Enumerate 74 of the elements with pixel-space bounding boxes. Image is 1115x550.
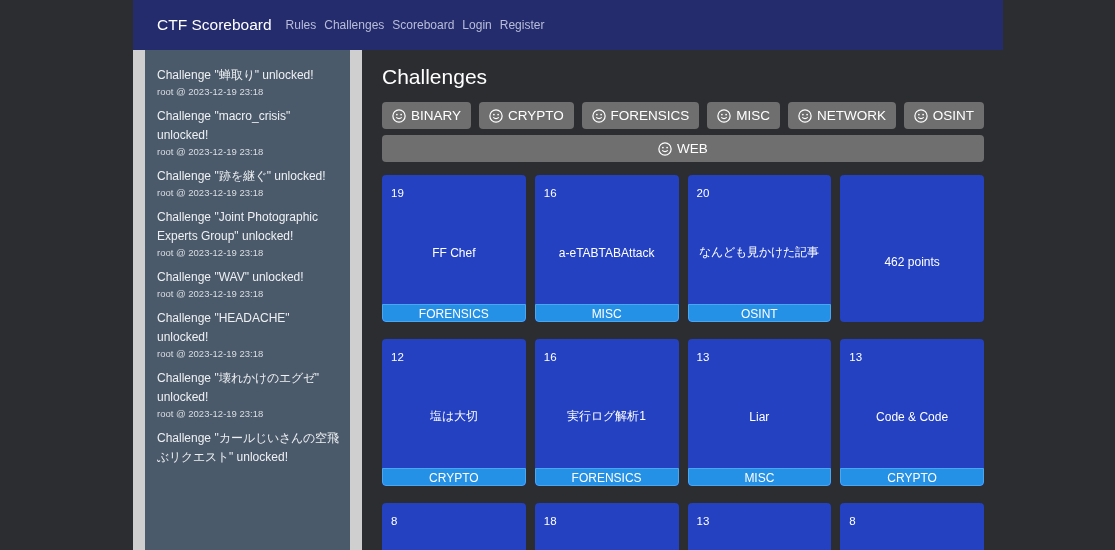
challenge-card[interactable]: 16 a-eTABTABAttack MISC: [534, 175, 679, 322]
solve-count: 12: [391, 351, 404, 363]
category-label: FORENSICS: [534, 468, 679, 486]
smiley-icon: [591, 108, 606, 123]
challenge-title: 462 points: [884, 254, 940, 269]
notification-meta: root @ 2023-12-19 23:18: [157, 146, 265, 157]
smiley-icon: [658, 141, 673, 156]
challenge-card[interactable]: 462 points: [840, 175, 984, 322]
notification-meta: root @ 2023-12-19 23:18: [157, 86, 265, 97]
page-heading: Challenges: [382, 64, 489, 90]
challenge-card[interactable]: 18: [534, 503, 679, 550]
smiley-icon: [391, 108, 406, 123]
challenge-card[interactable]: 12 塩は大切 CRYPTO: [382, 339, 526, 486]
smiley-icon: [488, 108, 503, 123]
solve-count: 19: [391, 187, 404, 199]
category-label: CRYPTO: [382, 468, 526, 486]
notification-meta: root @ 2023-12-19 23:18: [157, 408, 265, 419]
challenge-card[interactable]: 8: [382, 503, 526, 550]
challenge-title: Code & Code: [876, 409, 949, 424]
solve-count: 13: [696, 351, 710, 363]
challenge-card[interactable]: 13 Code & Code CRYPTO: [840, 339, 984, 486]
category-filter-button[interactable]: BINARY: [382, 102, 471, 129]
nav-link[interactable]: Login: [462, 18, 492, 32]
notification-meta: root @ 2023-12-19 23:18: [157, 187, 265, 198]
smiley-icon: [717, 108, 732, 123]
notification-message: Challenge "跡を継ぐ" unlocked!: [157, 168, 327, 185]
challenge-title: なんども見かけた記事: [699, 244, 820, 261]
nav-link[interactable]: Scoreboard: [392, 18, 455, 32]
notification-message: Challenge "蝉取り" unlocked!: [157, 67, 315, 84]
notification-message: Challenge "macro_crisis" unlocked!: [157, 108, 292, 144]
notification-meta: root @ 2023-12-19 23:18: [157, 288, 265, 299]
notification-meta: root @ 2023-12-19 23:18: [157, 348, 265, 359]
smiley-icon: [797, 108, 812, 123]
category-label: MISC: [534, 304, 679, 322]
challenge-title: a-eTABTABAttack: [558, 245, 655, 260]
solve-count: 16: [543, 187, 557, 199]
notification-message: Challenge "カールじいさんの空飛ぶリクエスト" unlocked!: [157, 430, 340, 466]
solve-count: 13: [849, 351, 863, 363]
challenge-card[interactable]: 13 Liar MISC: [687, 339, 832, 486]
brand-link[interactable]: CTF Scoreboard: [157, 16, 272, 34]
challenge-title: 実行ログ解析1: [567, 408, 646, 425]
notification-message: Challenge "壊れかけのエグゼ" unlocked!: [157, 370, 320, 406]
challenge-card[interactable]: 19 FF Chef FORENSICS: [382, 175, 526, 322]
notification-message: Challenge "HEADACHE" unlocked!: [157, 310, 291, 346]
challenge-title: Liar: [749, 409, 770, 424]
category-filter-button[interactable]: FORENSICS: [581, 102, 700, 129]
nav-link[interactable]: Challenges: [324, 18, 385, 32]
solve-count: 8: [849, 515, 856, 527]
challenge-card[interactable]: 20 なんども見かけた記事 OSINT: [687, 175, 832, 322]
solve-count: 8: [391, 515, 398, 527]
smiley-icon: [913, 108, 928, 123]
challenge-card[interactable]: 8: [840, 503, 984, 550]
solve-count: 16: [543, 351, 557, 363]
solve-count: 20: [696, 187, 710, 199]
category-filter-button[interactable]: CRYPTO: [478, 102, 574, 129]
nav-link[interactable]: Rules: [285, 18, 317, 32]
notification-message: Challenge "Joint Photographic Experts Group" unlocked!: [157, 209, 320, 245]
challenge-title: FF Chef: [432, 245, 476, 260]
category-filter-button[interactable]: MISC: [707, 102, 780, 129]
category-label: FORENSICS: [382, 304, 526, 322]
solve-count: 13: [696, 515, 710, 527]
challenge-card[interactable]: 16 実行ログ解析1 FORENSICS: [534, 339, 679, 486]
challenge-title: 塩は大切: [429, 408, 478, 425]
category-label: OSINT: [687, 304, 832, 322]
category-label: CRYPTO: [840, 468, 984, 486]
solve-count: 18: [543, 515, 557, 527]
challenge-card[interactable]: 13: [687, 503, 832, 550]
notification-message: Challenge "WAV" unlocked!: [157, 269, 305, 286]
category-filter-button[interactable]: WEB: [382, 135, 984, 162]
notification-meta: root @ 2023-12-19 23:18: [157, 247, 265, 258]
category-filter-button[interactable]: OSINT: [903, 102, 985, 129]
category-label: MISC: [687, 468, 832, 486]
category-filter-button[interactable]: NETWORK: [787, 102, 896, 129]
nav-link[interactable]: Register: [499, 18, 545, 32]
